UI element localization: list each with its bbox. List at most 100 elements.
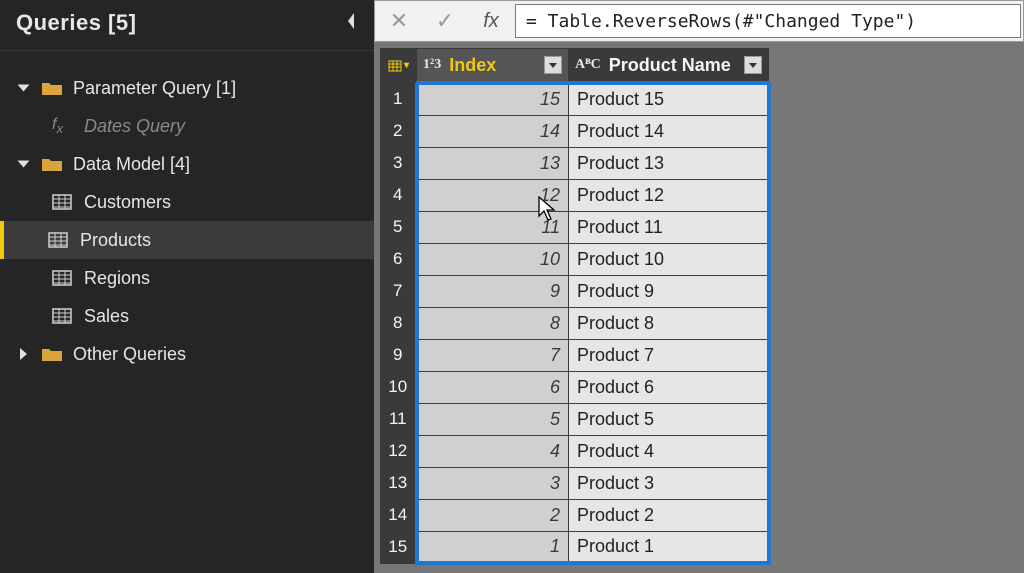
row-number[interactable]: 15 (381, 531, 417, 563)
column-header[interactable]: 1²3 Index (417, 49, 569, 84)
datatype-icon[interactable]: AᴮC (575, 57, 601, 73)
filter-dropdown-button[interactable] (544, 56, 562, 74)
table-row[interactable]: 142Product 2 (381, 499, 769, 531)
formula-bar: ✕ ✓ fx (374, 0, 1024, 42)
row-number[interactable]: 12 (381, 435, 417, 467)
table-row[interactable]: 115Product 5 (381, 403, 769, 435)
column-header-label: Index (449, 55, 536, 76)
tree-group[interactable]: Other Queries (0, 335, 374, 373)
row-number[interactable]: 14 (381, 499, 417, 531)
table-row[interactable]: 115Product 15 (381, 83, 769, 115)
cell-product-name[interactable]: Product 3 (569, 467, 769, 499)
sidebar-header: Queries [5] (0, 0, 374, 51)
cell-product-name[interactable]: Product 5 (569, 403, 769, 435)
formula-input[interactable] (515, 4, 1021, 38)
formula-commit-button[interactable]: ✓ (423, 3, 467, 39)
cell-index[interactable]: 3 (417, 467, 569, 499)
queries-sidebar: Queries [5] Parameter Query [1] fxDates Q… (0, 0, 374, 573)
cell-index[interactable]: 2 (417, 499, 569, 531)
row-number[interactable]: 11 (381, 403, 417, 435)
cell-product-name[interactable]: Product 15 (569, 83, 769, 115)
cell-index[interactable]: 11 (417, 211, 569, 243)
cell-index[interactable]: 9 (417, 275, 569, 307)
tree-group-label: Data Model [4] (73, 154, 190, 175)
cell-product-name[interactable]: Product 9 (569, 275, 769, 307)
cell-index[interactable]: 12 (417, 179, 569, 211)
row-number[interactable]: 9 (381, 339, 417, 371)
cell-product-name[interactable]: Product 1 (569, 531, 769, 563)
filter-dropdown-button[interactable] (744, 56, 762, 74)
cell-product-name[interactable]: Product 11 (569, 211, 769, 243)
table-icon (52, 194, 74, 210)
tree-item-label: Dates Query (84, 116, 185, 137)
collapse-sidebar-button[interactable] (344, 11, 358, 36)
tree-group[interactable]: Parameter Query [1] (0, 69, 374, 107)
cell-product-name[interactable]: Product 14 (569, 115, 769, 147)
row-number[interactable]: 13 (381, 467, 417, 499)
row-number[interactable]: 3 (381, 147, 417, 179)
cell-index[interactable]: 14 (417, 115, 569, 147)
table-row[interactable]: 79Product 9 (381, 275, 769, 307)
row-number[interactable]: 6 (381, 243, 417, 275)
cell-index[interactable]: 1 (417, 531, 569, 563)
table-row[interactable]: 610Product 10 (381, 243, 769, 275)
cell-product-name[interactable]: Product 7 (569, 339, 769, 371)
table-row[interactable]: 133Product 3 (381, 467, 769, 499)
cell-product-name[interactable]: Product 6 (569, 371, 769, 403)
row-number[interactable]: 8 (381, 307, 417, 339)
table-row[interactable]: 124Product 4 (381, 435, 769, 467)
tree-item[interactable]: Customers (0, 183, 374, 221)
column-header-label: Product Name (609, 55, 736, 76)
cell-index[interactable]: 4 (417, 435, 569, 467)
row-number[interactable]: 1 (381, 83, 417, 115)
cell-index[interactable]: 7 (417, 339, 569, 371)
datatype-icon[interactable]: 1²3 (423, 57, 441, 73)
folder-icon (41, 80, 63, 96)
cell-index[interactable]: 6 (417, 371, 569, 403)
tree-item[interactable]: fxDates Query (0, 107, 374, 145)
chevron-down-icon (18, 161, 30, 168)
fx-icon: fx (469, 10, 513, 33)
row-number[interactable]: 7 (381, 275, 417, 307)
data-grid[interactable]: ▾1²3IndexAᴮCProduct Name115Product 15214… (380, 48, 771, 565)
cell-product-name[interactable]: Product 4 (569, 435, 769, 467)
table-row[interactable]: 412Product 12 (381, 179, 769, 211)
table-row[interactable]: 151Product 1 (381, 531, 769, 563)
row-number[interactable]: 5 (381, 211, 417, 243)
cell-product-name[interactable]: Product 12 (569, 179, 769, 211)
tree-group[interactable]: Data Model [4] (0, 145, 374, 183)
select-all-corner[interactable]: ▾ (381, 49, 417, 84)
cell-index[interactable]: 15 (417, 83, 569, 115)
cell-product-name[interactable]: Product 2 (569, 499, 769, 531)
chevron-down-icon (20, 348, 27, 360)
cell-index[interactable]: 10 (417, 243, 569, 275)
table-icon (52, 270, 74, 286)
data-grid-wrap: ▾1²3IndexAᴮCProduct Name115Product 15214… (374, 42, 1024, 573)
table-row[interactable]: 214Product 14 (381, 115, 769, 147)
column-header[interactable]: AᴮC Product Name (569, 49, 769, 84)
table-row[interactable]: 97Product 7 (381, 339, 769, 371)
row-number[interactable]: 10 (381, 371, 417, 403)
tree-item[interactable]: Regions (0, 259, 374, 297)
cell-product-name[interactable]: Product 10 (569, 243, 769, 275)
cell-product-name[interactable]: Product 13 (569, 147, 769, 179)
row-number[interactable]: 2 (381, 115, 417, 147)
row-number[interactable]: 4 (381, 179, 417, 211)
cell-index[interactable]: 8 (417, 307, 569, 339)
table-row[interactable]: 511Product 11 (381, 211, 769, 243)
table-row[interactable]: 106Product 6 (381, 371, 769, 403)
main-area: ✕ ✓ fx ▾1²3IndexAᴮCProduct Name115Produc… (374, 0, 1024, 573)
tree-item[interactable]: Sales (0, 297, 374, 335)
chevron-down-icon (18, 85, 30, 92)
queries-tree: Parameter Query [1] fxDates Query Data Mod… (0, 51, 374, 373)
cell-product-name[interactable]: Product 8 (569, 307, 769, 339)
formula-cancel-button[interactable]: ✕ (377, 3, 421, 39)
cell-index[interactable]: 13 (417, 147, 569, 179)
table-row[interactable]: 88Product 8 (381, 307, 769, 339)
tree-item[interactable]: Products (0, 221, 374, 259)
tree-item-label: Regions (84, 268, 150, 289)
sidebar-title: Queries [5] (16, 10, 136, 36)
tree-group-label: Parameter Query [1] (73, 78, 236, 99)
table-row[interactable]: 313Product 13 (381, 147, 769, 179)
cell-index[interactable]: 5 (417, 403, 569, 435)
